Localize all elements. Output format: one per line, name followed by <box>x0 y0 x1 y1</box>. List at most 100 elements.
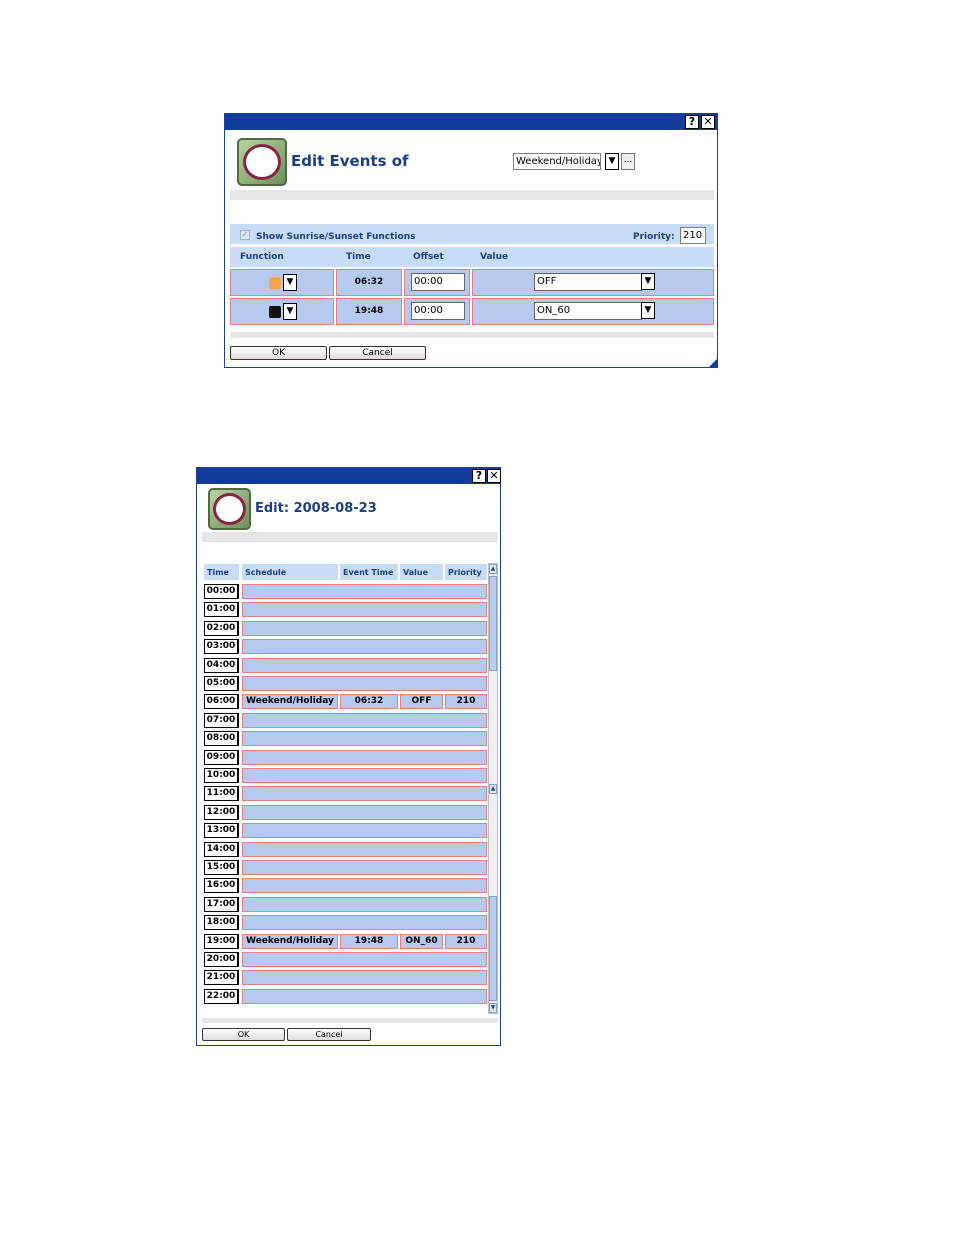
hour-slot[interactable] <box>242 750 487 765</box>
scrollbar[interactable]: ▲ ▲ ▼ <box>488 563 498 1014</box>
ok-button[interactable]: OK <box>202 1028 285 1041</box>
scroll-up-button[interactable]: ▲ <box>489 784 497 794</box>
function-dropdown[interactable]: ▼ <box>283 274 297 291</box>
value-select[interactable]: OFF <box>534 273 642 291</box>
hour-slot[interactable] <box>242 842 487 857</box>
value-dropdown[interactable]: ▼ <box>641 273 655 290</box>
hour-slot[interactable] <box>242 860 487 875</box>
cancel-button[interactable]: Cancel <box>287 1028 371 1041</box>
scroll-thumb[interactable] <box>489 576 497 671</box>
help-button[interactable]: ? <box>685 115 699 129</box>
hour-slot[interactable] <box>242 878 487 893</box>
hour-label: 02:00 <box>204 621 239 636</box>
hour-label: 17:00 <box>204 897 239 912</box>
clock-icon <box>237 138 287 186</box>
hour-label: 06:00 <box>204 694 239 709</box>
hour-slot[interactable] <box>242 915 487 930</box>
priority-label: Priority: <box>633 232 675 242</box>
hour-slot[interactable] <box>242 621 487 636</box>
value-dropdown[interactable]: ▼ <box>641 302 655 319</box>
col-time: Time <box>346 252 371 262</box>
priority-input[interactable]: 210 <box>680 227 706 244</box>
offset-cell: 00:00 <box>404 269 470 296</box>
hour-slot[interactable] <box>242 768 487 783</box>
event-time-cell[interactable]: 19:48 <box>340 934 398 949</box>
hour-slot[interactable] <box>242 584 487 599</box>
col-time: Time <box>207 568 229 577</box>
scroll-thumb[interactable] <box>489 896 497 1001</box>
hour-label: 00:00 <box>204 584 239 599</box>
edit-events-dialog: ? ✕ Edit Events of Weekend/Holiday ▼ ...… <box>224 113 718 368</box>
sunrise-icon <box>269 277 281 289</box>
dialog-title: Edit Events of <box>291 152 409 170</box>
hour-label: 18:00 <box>204 915 239 930</box>
offset-input[interactable]: 00:00 <box>411 302 465 320</box>
function-dropdown[interactable]: ▼ <box>283 303 297 320</box>
close-button[interactable]: ✕ <box>487 469 501 483</box>
hour-slot[interactable] <box>242 989 487 1004</box>
hour-slot[interactable] <box>242 639 487 654</box>
hour-slot[interactable] <box>242 786 487 801</box>
value-select[interactable]: ON_60 <box>534 302 642 320</box>
help-button[interactable]: ? <box>472 469 486 483</box>
schedule-more-button[interactable]: ... <box>621 153 635 170</box>
hour-slot[interactable] <box>242 713 487 728</box>
hour-label: 08:00 <box>204 731 239 746</box>
event-schedule-cell[interactable]: Weekend/Holiday <box>242 694 338 709</box>
hour-label: 16:00 <box>204 878 239 893</box>
event-value-cell[interactable]: ON_60 <box>400 934 443 949</box>
footer-divider <box>230 332 714 338</box>
hour-label: 20:00 <box>204 952 239 967</box>
hour-label: 11:00 <box>204 786 239 801</box>
col-value: Value <box>480 252 509 262</box>
hour-slot[interactable] <box>242 823 487 838</box>
hour-label: 07:00 <box>204 713 239 728</box>
hour-label: 12:00 <box>204 805 239 820</box>
hour-label: 09:00 <box>204 750 239 765</box>
time-cell: 19:48 <box>336 298 402 325</box>
header-divider <box>230 190 714 200</box>
col-event-time: Event Time <box>343 568 394 577</box>
hour-slot[interactable] <box>242 897 487 912</box>
hour-label: 01:00 <box>204 602 239 617</box>
clock-icon <box>208 488 251 530</box>
footer-divider <box>202 1018 498 1023</box>
dialog-title: Edit: 2008-08-23 <box>255 501 377 516</box>
show-functions-label: Show Sunrise/Sunset Functions <box>256 232 416 242</box>
hour-slot[interactable] <box>242 805 487 820</box>
hour-label: 21:00 <box>204 970 239 985</box>
hour-slot[interactable] <box>242 602 487 617</box>
event-priority-cell[interactable]: 210 <box>445 694 487 709</box>
hour-slot[interactable] <box>242 658 487 673</box>
show-functions-checkbox[interactable]: ✓ <box>240 230 250 240</box>
offset-input[interactable]: 00:00 <box>411 273 465 291</box>
ok-button[interactable]: OK <box>230 346 327 360</box>
hour-label: 04:00 <box>204 658 239 673</box>
schedule-dropdown-button[interactable]: ▼ <box>605 153 619 170</box>
col-schedule: Schedule <box>245 568 287 577</box>
close-button[interactable]: ✕ <box>701 115 715 129</box>
scroll-down-button[interactable]: ▼ <box>489 1003 497 1013</box>
offset-cell: 00:00 <box>404 298 470 325</box>
cancel-button[interactable]: Cancel <box>329 346 426 360</box>
event-time-cell[interactable]: 06:32 <box>340 694 398 709</box>
scroll-up-button[interactable]: ▲ <box>489 564 497 574</box>
col-priority: Priority <box>448 568 482 577</box>
hour-slot[interactable] <box>242 731 487 746</box>
function-cell: ▼ <box>230 269 334 296</box>
hour-label: 05:00 <box>204 676 239 691</box>
function-cell: ▼ <box>230 298 334 325</box>
resize-handle[interactable] <box>709 359 717 367</box>
hour-label: 10:00 <box>204 768 239 783</box>
schedule-select[interactable]: Weekend/Holiday <box>513 153 601 170</box>
hour-slot[interactable] <box>242 970 487 985</box>
hour-label: 13:00 <box>204 823 239 838</box>
event-priority-cell[interactable]: 210 <box>445 934 487 949</box>
moon-icon <box>269 306 281 318</box>
hour-slot[interactable] <box>242 952 487 967</box>
hour-label: 14:00 <box>204 842 239 857</box>
event-value-cell[interactable]: OFF <box>400 694 443 709</box>
col-function: Function <box>240 252 284 262</box>
event-schedule-cell[interactable]: Weekend/Holiday <box>242 934 338 949</box>
hour-slot[interactable] <box>242 676 487 691</box>
